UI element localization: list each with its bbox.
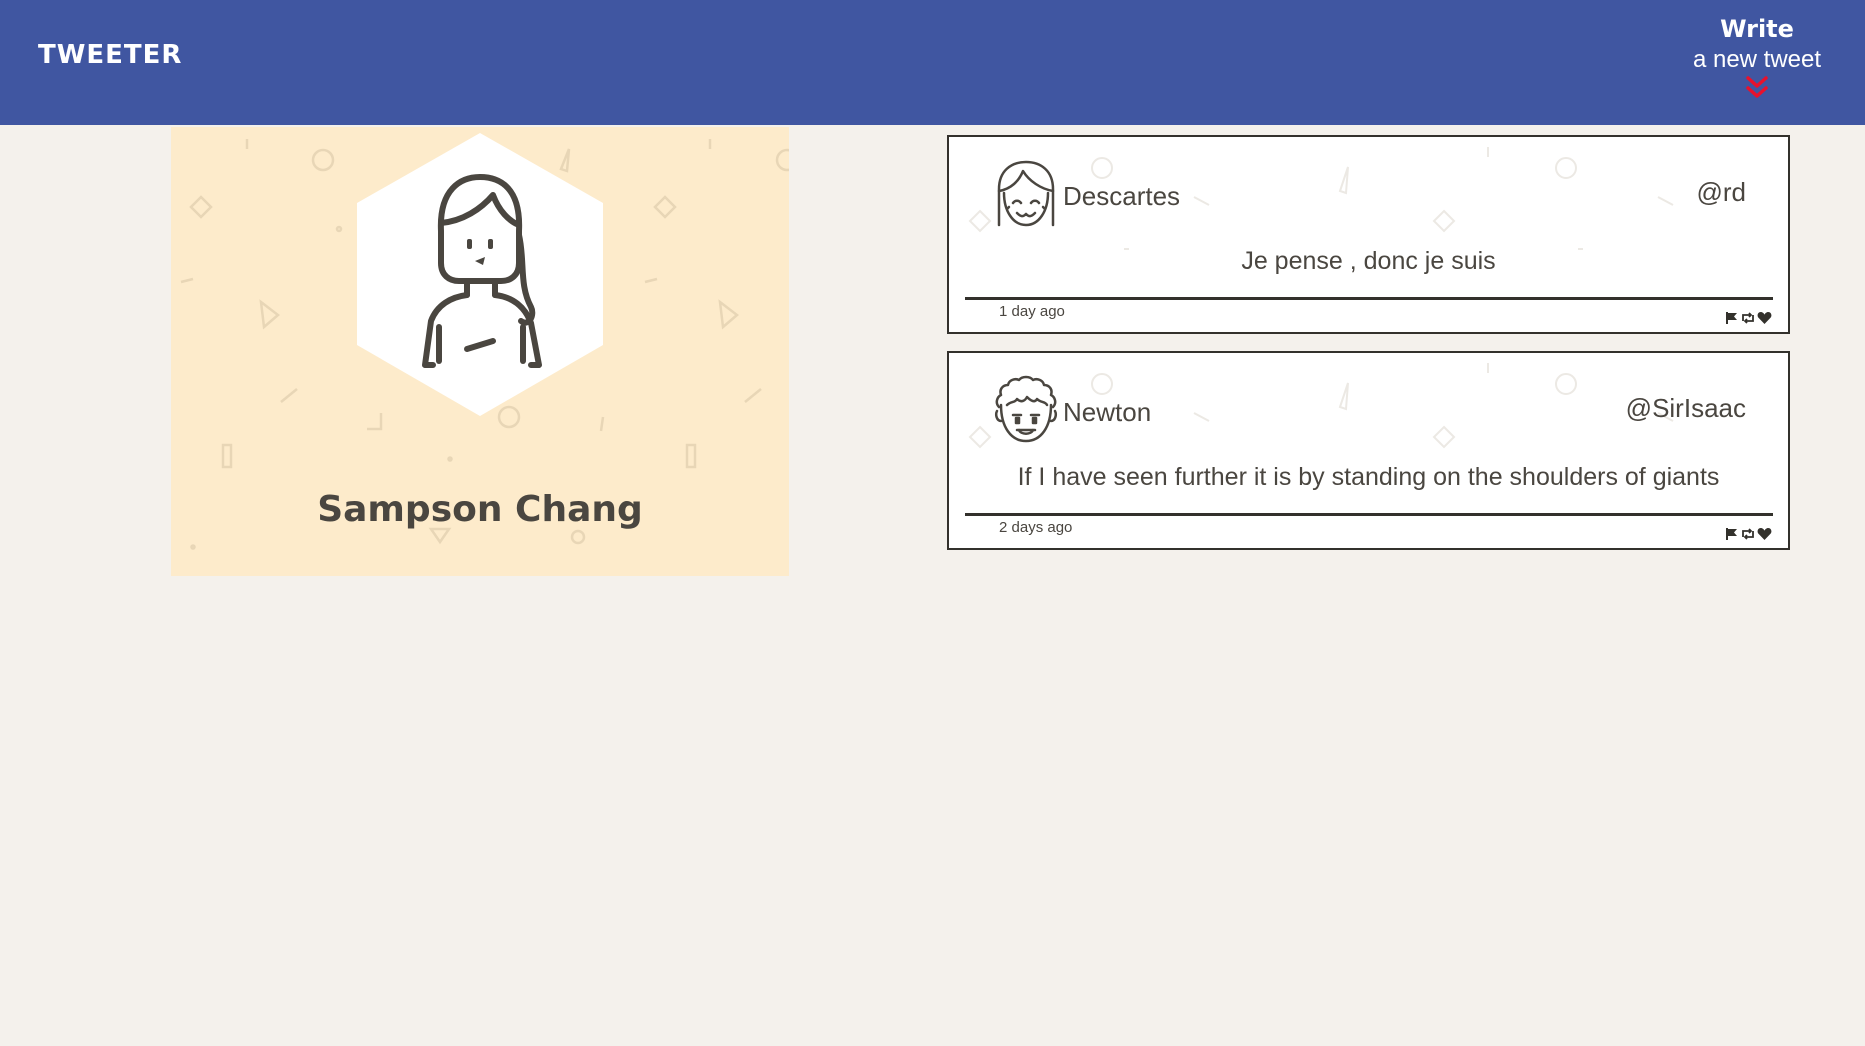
heart-icon[interactable] <box>1757 311 1772 330</box>
tweet-actions <box>1725 311 1772 330</box>
compose-label-line2: a new tweet <box>1692 46 1822 73</box>
tweet-divider <box>965 297 1773 300</box>
tweet-text: Je pense , donc je suis <box>1241 247 1496 275</box>
tweet-timestamp: 2 days ago <box>999 519 1073 536</box>
compose-label-line1: Write <box>1720 15 1794 43</box>
smiling-face-avatar-icon[interactable] <box>993 159 1059 231</box>
tweet-timestamp: 1 day ago <box>999 303 1065 320</box>
tweet-text: If I have seen further it is by standing… <box>1017 463 1720 491</box>
tweet-card: Newton @SirIsaac If I have seen further … <box>947 351 1790 550</box>
profile-card: Sampson Chang <box>171 127 789 576</box>
tweet-feed: Descartes @rd Je pense , donc je suis 1 … <box>947 135 1790 567</box>
top-nav: TWEETER Write a new tweet <box>0 0 1865 125</box>
profile-name: Sampson Chang <box>317 489 643 530</box>
tweet-background-pattern <box>968 147 1674 250</box>
tweet-card: Descartes @rd Je pense , donc je suis 1 … <box>947 135 1790 334</box>
write-new-tweet-button[interactable]: Write a new tweet <box>1687 12 1827 100</box>
flag-icon[interactable] <box>1725 527 1739 546</box>
tweet-divider <box>965 513 1773 516</box>
tweet-author-name[interactable]: Descartes <box>1063 181 1180 212</box>
heart-icon[interactable] <box>1757 527 1772 546</box>
retweet-icon[interactable] <box>1740 311 1756 330</box>
curly-hair-avatar-icon[interactable] <box>993 375 1059 447</box>
profile-avatar[interactable] <box>355 131 605 421</box>
tweet-background-pattern <box>968 363 1674 449</box>
retweet-icon[interactable] <box>1740 527 1756 546</box>
woman-avatar-icon <box>357 133 603 416</box>
double-chevron-down-icon[interactable] <box>1744 76 1770 100</box>
tweet-author-name[interactable]: Newton <box>1063 397 1151 428</box>
tweet-author-handle[interactable]: @SirIsaac <box>1626 393 1746 424</box>
flag-icon[interactable] <box>1725 311 1739 330</box>
tweet-actions <box>1725 527 1772 546</box>
tweet-author-handle[interactable]: @rd <box>1696 177 1746 208</box>
brand-logo[interactable]: TWEETER <box>38 40 182 70</box>
